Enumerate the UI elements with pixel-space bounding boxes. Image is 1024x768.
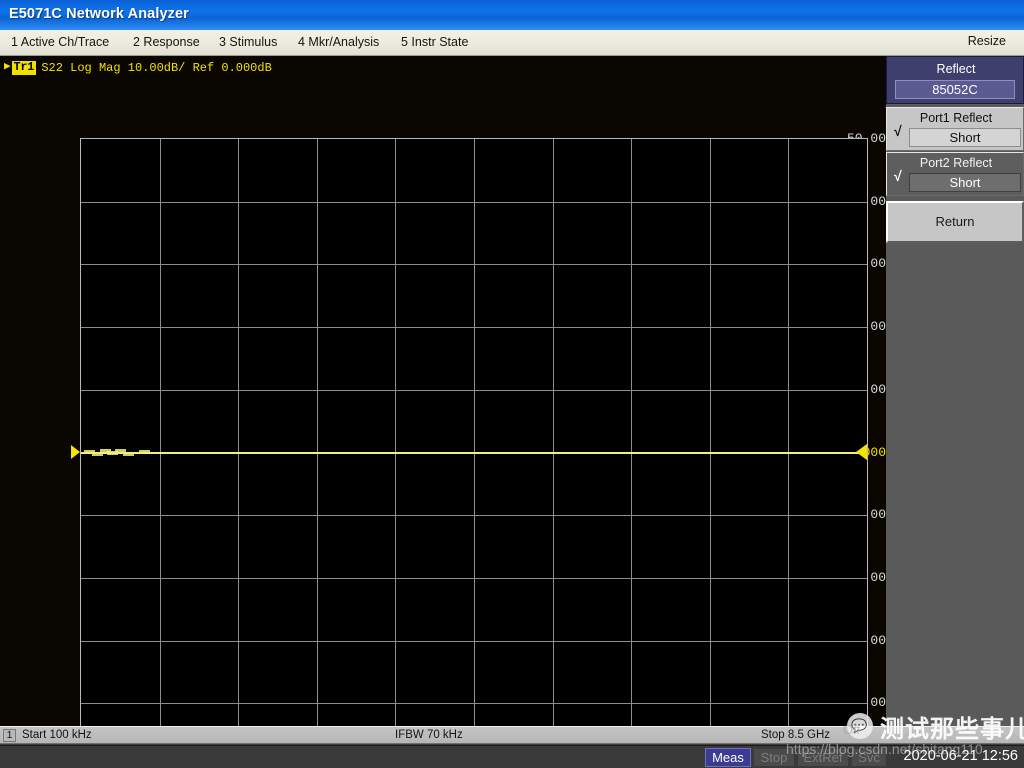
gridline-horizontal xyxy=(81,641,867,642)
menu-item-5[interactable]: 5 Instr State xyxy=(398,34,471,50)
watermark-badge: Off xyxy=(843,722,861,737)
menu-item-1[interactable]: 1 Active Ch/Trace xyxy=(8,34,112,50)
softkey-title: Port2 Reflect xyxy=(919,156,993,170)
title-bar: E5071C Network Analyzer xyxy=(0,0,1024,31)
gridline-horizontal xyxy=(81,578,867,579)
trace-format-label: S22 Log Mag 10.00dB/ Ref 0.000dB xyxy=(41,60,272,75)
watermark-url: https://blog.csdn.net/shitang110 xyxy=(786,741,983,757)
trace-header[interactable]: ▶ Tr1 S22 Log Mag 10.00dB/ Ref 0.000dB xyxy=(4,60,272,75)
softkey-title: Port1 Reflect xyxy=(919,111,993,125)
softkey-header-value[interactable]: 85052C xyxy=(895,80,1015,99)
menu-item-3[interactable]: 3 Stimulus xyxy=(216,34,280,50)
gridline-horizontal xyxy=(81,515,867,516)
plot-area[interactable] xyxy=(80,138,868,726)
softkey-value[interactable]: Short xyxy=(909,173,1021,192)
gridline-vertical xyxy=(631,139,632,726)
softkey-header-title: Reflect xyxy=(936,62,976,76)
gridline-vertical xyxy=(160,139,161,726)
reference-marker-right-icon xyxy=(856,443,867,460)
gridline-vertical xyxy=(317,139,318,726)
window-title: E5071C Network Analyzer xyxy=(9,6,189,22)
gridline-horizontal xyxy=(81,202,867,203)
softkey-panel: Reflect 85052C √ Port1 Reflect Short √ Port2… xyxy=(886,56,1024,726)
softkey-value[interactable]: Short xyxy=(909,128,1021,147)
gridline-horizontal xyxy=(81,264,867,265)
gridline-vertical xyxy=(710,139,711,726)
status-chip-meas[interactable]: Meas xyxy=(705,748,751,767)
gridline-vertical xyxy=(474,139,475,726)
trace-noise-segment xyxy=(123,451,135,456)
menu-item-resize[interactable]: Resize xyxy=(968,34,1006,48)
menu-item-2[interactable]: 2 Response xyxy=(130,34,203,50)
gridline-horizontal xyxy=(81,703,867,704)
trace-line xyxy=(81,451,867,454)
menu-item-4[interactable]: 4 Mkr/Analysis xyxy=(295,34,382,50)
network-analyzer-window: E5071C Network Analyzer 1 Active Ch/Trac… xyxy=(0,0,1024,768)
gridline-horizontal xyxy=(81,327,867,328)
reference-marker-left-icon xyxy=(71,444,80,459)
softkey-header-reflect[interactable]: Reflect 85052C xyxy=(886,56,1024,104)
softkey-1[interactable]: √ Port1 Reflect Short xyxy=(886,107,1024,151)
graph-panel: ▶ Tr1 S22 Log Mag 10.00dB/ Ref 0.000dB 5… xyxy=(0,56,886,726)
gridline-horizontal xyxy=(81,390,867,391)
menu-bar: 1 Active Ch/Trace 2 Response 3 Stimulus 4 M… xyxy=(0,30,1024,56)
gridline-vertical xyxy=(788,139,789,726)
active-trace-arrow-icon: ▶ xyxy=(4,61,11,73)
return-button[interactable]: Return xyxy=(886,201,1024,243)
status-stop-frequency[interactable]: Stop 8.5 GHz xyxy=(761,729,830,741)
status-ifbw[interactable]: IFBW 70 kHz xyxy=(395,729,463,741)
gridline-vertical xyxy=(395,139,396,726)
watermark-account-name: 测试那些事儿 xyxy=(880,716,1024,743)
status-channel-indicator[interactable]: 1 xyxy=(3,729,16,742)
checkmark-icon: √ xyxy=(894,123,902,139)
status-start-frequency[interactable]: Start 100 kHz xyxy=(22,729,92,741)
checkmark-icon: √ xyxy=(894,168,902,184)
gridline-vertical xyxy=(238,139,239,726)
trace-number-badge[interactable]: Tr1 xyxy=(11,60,37,75)
softkey-2[interactable]: √ Port2 Reflect Short xyxy=(886,152,1024,196)
trace-noise-segment xyxy=(138,449,150,454)
gridline-vertical xyxy=(553,139,554,726)
